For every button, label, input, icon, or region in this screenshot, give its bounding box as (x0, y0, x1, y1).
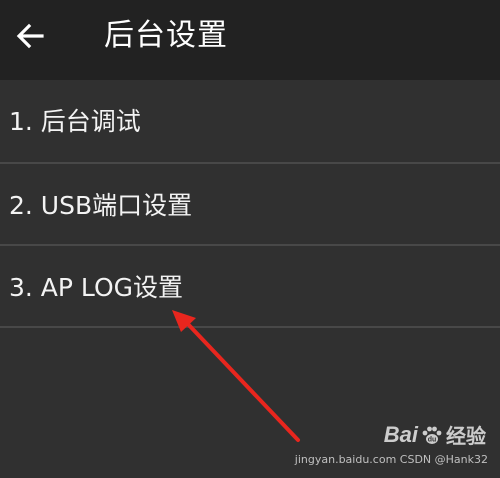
menu-item-ap-log-settings[interactable]: 3. AP LOG设置 (0, 246, 500, 328)
arrow-left-icon (16, 23, 44, 49)
menu-item-label: 2. USB端口设置 (9, 191, 193, 220)
watermark-brand: Bai (383, 421, 418, 447)
paw-icon: du (422, 426, 442, 444)
menu-item-usb-port-settings[interactable]: 2. USB端口设置 (0, 164, 500, 246)
menu-item-backend-debug[interactable]: 1. 后台调试 (0, 80, 500, 164)
settings-menu-list: 1. 后台调试 2. USB端口设置 3. AP LOG设置 (0, 80, 500, 328)
page-title: 后台设置 (104, 18, 228, 53)
back-button[interactable] (10, 16, 50, 56)
menu-item-label: 1. 后台调试 (9, 107, 141, 136)
svg-text:du: du (428, 436, 437, 443)
watermark-brand-suffix: 经验 (446, 424, 486, 448)
menu-item-label: 3. AP LOG设置 (9, 273, 184, 302)
app-bar: 后台设置 (0, 0, 500, 80)
baidu-jingyan-watermark: Bai du 经验 (384, 420, 486, 449)
watermark-subtext: jingyan.baidu.com CSDN @Hank32 (294, 453, 488, 466)
